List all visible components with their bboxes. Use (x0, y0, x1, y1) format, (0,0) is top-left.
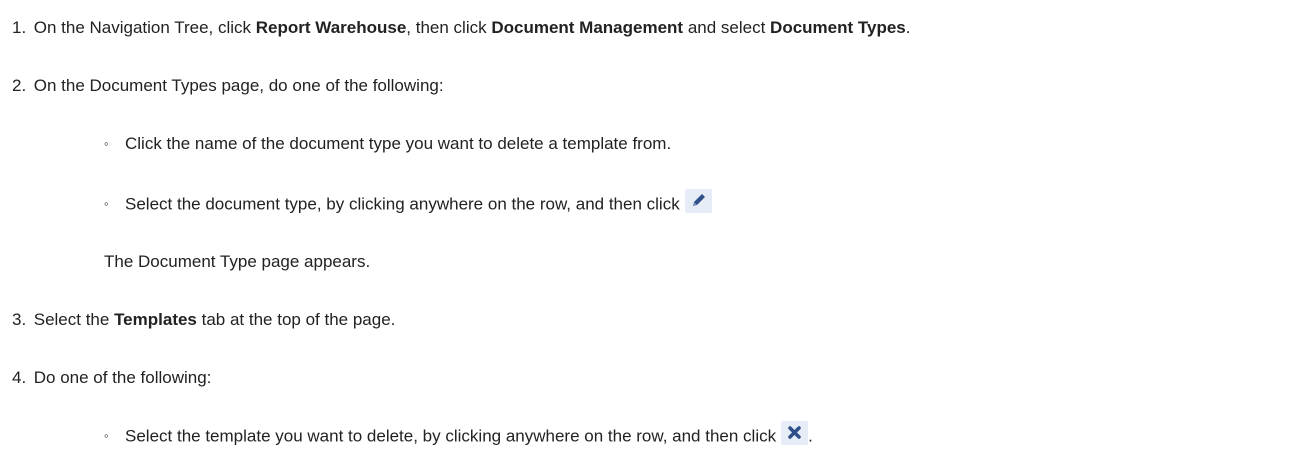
bullet-text: Select the document type, by clicking an… (125, 194, 680, 214)
nav-report-warehouse: Report Warehouse (255, 18, 407, 37)
bullet-marker: ◦ (104, 428, 109, 444)
bullet-marker: ◦ (104, 136, 109, 151)
step-text: Do one of the following: (33, 368, 212, 387)
step-text: , then click (406, 18, 492, 37)
step-number: 4. (12, 368, 27, 387)
nav-document-management: Document Management (491, 18, 684, 37)
step-text: and select (683, 18, 771, 37)
step-text: . (905, 18, 911, 37)
bullet-text: Select the template you want to delete, … (125, 426, 777, 446)
step-4-bullet-1: ◦ Select the template you want to delete,… (104, 421, 813, 449)
step-4: 4. Do one of the following: (12, 367, 211, 389)
step-2-bullet-2: ◦ Select the document type, by clicking a… (104, 189, 712, 217)
step-2-bullet-1: ◦ Click the name of the document type you… (104, 133, 671, 156)
templates-tab-name: Templates (114, 310, 197, 329)
result-text: The Document Type page appears. (104, 252, 371, 271)
step-text: tab at the top of the page. (196, 310, 396, 329)
nav-document-types: Document Types (770, 18, 906, 37)
bullet-text-end: . (808, 426, 813, 446)
bullet-marker: ◦ (104, 196, 109, 212)
step-2: 2. On the Document Types page, do one of… (12, 75, 444, 97)
step-number: 3. (12, 310, 27, 329)
bullet-text: Click the name of the document type you … (125, 134, 672, 153)
step-2-result: The Document Type page appears. (104, 251, 370, 273)
step-3: 3. Select the Templates tab at the top o… (12, 309, 395, 331)
edit-pencil-icon (684, 189, 712, 213)
step-1: 1. On the Navigation Tree, click Report … (12, 17, 911, 39)
step-number: 2. (12, 76, 27, 95)
step-number: 1. (12, 18, 27, 37)
step-text: On the Document Types page, do one of th… (33, 76, 444, 95)
step-text: On the Navigation Tree, click (33, 18, 256, 37)
delete-x-icon (781, 421, 809, 445)
step-text: Select the (33, 310, 115, 329)
